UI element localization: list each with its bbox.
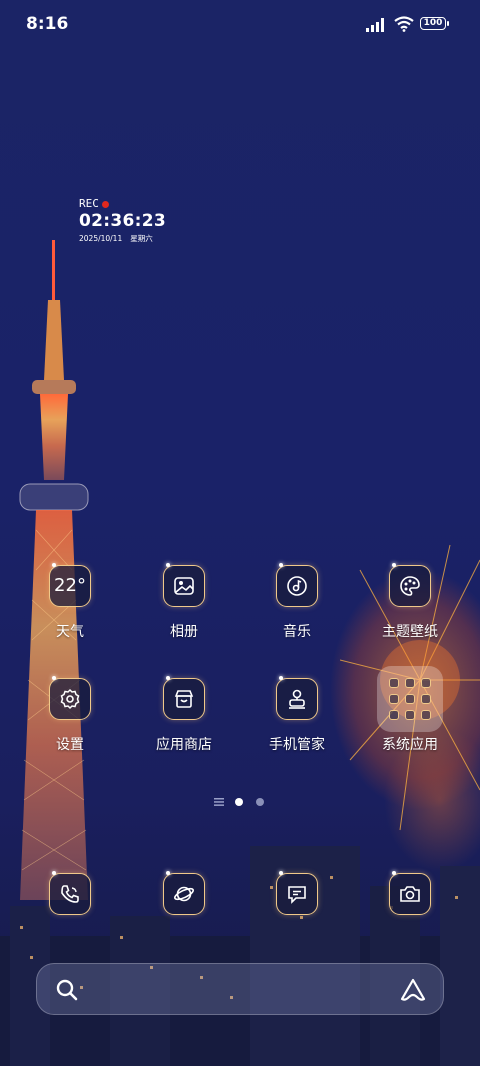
app-settings[interactable]: 设置 xyxy=(20,676,120,754)
gallery-icon xyxy=(163,563,205,607)
app-label: 音乐 xyxy=(283,624,311,640)
page-list-icon[interactable] xyxy=(214,798,224,806)
app-store[interactable]: 应用商店 xyxy=(134,676,234,754)
dock-browser[interactable] xyxy=(134,871,234,915)
battery-indicator: 100 xyxy=(420,17,446,30)
app-theme[interactable]: 主题壁纸 xyxy=(360,563,460,641)
dock-camera[interactable] xyxy=(360,871,460,915)
folder-icon xyxy=(377,666,443,732)
status-bar: 8:16 100 xyxy=(0,0,480,50)
phone-manager-icon xyxy=(276,676,318,720)
search-icon xyxy=(56,979,78,1001)
widget-date: 2025/10/11 xyxy=(79,234,123,243)
camera-icon xyxy=(389,871,431,915)
signal-icon xyxy=(366,18,384,32)
app-label: 主题壁纸 xyxy=(382,624,438,640)
widget-time: 02:36:23 xyxy=(79,211,166,231)
store-icon xyxy=(163,676,205,720)
search-bar[interactable] xyxy=(36,963,444,1015)
gear-icon xyxy=(49,676,91,720)
widget-weekday: 星期六 xyxy=(130,234,153,243)
app-label: 天气 xyxy=(56,624,84,640)
app-label: 设置 xyxy=(56,737,84,753)
page-dot[interactable] xyxy=(256,798,264,806)
rec-label: REC xyxy=(79,197,166,210)
message-icon xyxy=(276,871,318,915)
dock-messages[interactable] xyxy=(247,871,347,915)
app-weather[interactable]: 22° 天气 xyxy=(20,563,120,641)
palette-icon xyxy=(389,563,431,607)
music-icon xyxy=(276,563,318,607)
status-time: 8:16 xyxy=(26,14,69,34)
dock-phone[interactable] xyxy=(20,871,120,915)
battery-tip xyxy=(447,21,449,26)
weather-temp: 22° xyxy=(54,575,86,596)
app-system-folder[interactable]: 系统应用 xyxy=(360,666,460,754)
phone-icon xyxy=(49,871,91,915)
app-music[interactable]: 音乐 xyxy=(247,563,347,641)
clock-widget[interactable]: REC 02:36:23 2025/10/11 星期六 xyxy=(79,197,166,244)
app-label: 应用商店 xyxy=(156,737,212,753)
browser-planet-icon xyxy=(163,871,205,915)
rec-dot-icon xyxy=(101,200,109,208)
wifi-icon xyxy=(394,16,414,32)
app-label: 手机管家 xyxy=(269,737,325,753)
app-phone-manager[interactable]: 手机管家 xyxy=(247,676,347,754)
weather-icon: 22° xyxy=(49,563,91,607)
app-gallery[interactable]: 相册 xyxy=(134,563,234,641)
app-label: 相册 xyxy=(170,624,198,640)
page-dot-active[interactable] xyxy=(235,798,243,806)
widget-date-row: 2025/10/11 星期六 xyxy=(79,233,166,244)
app-label: 系统应用 xyxy=(382,737,438,753)
assistant-icon[interactable] xyxy=(399,977,427,1003)
